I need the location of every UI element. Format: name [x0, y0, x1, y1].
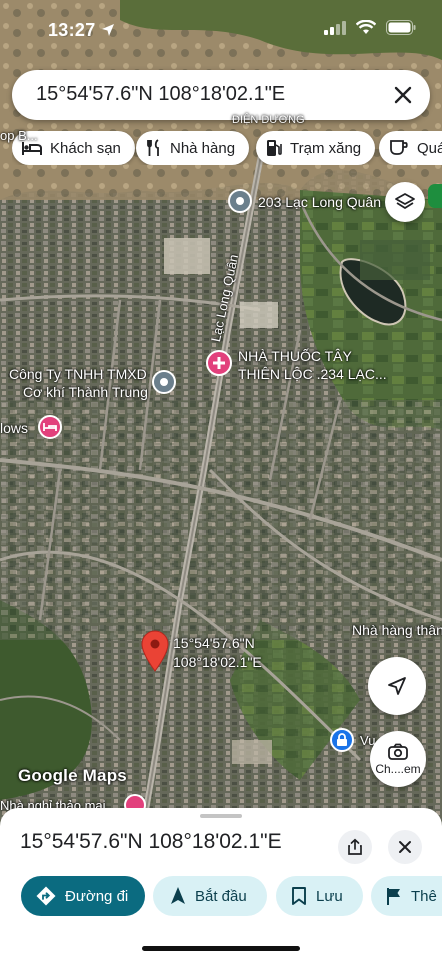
- map-label-place[interactable]: 203 Lạc Long Quân: [258, 194, 381, 210]
- status-time: 13:27: [48, 20, 96, 40]
- hotel-marker[interactable]: [38, 415, 62, 439]
- start-button[interactable]: Bắt đầu: [153, 876, 267, 916]
- close-sheet-button[interactable]: [388, 830, 422, 864]
- home-indicator[interactable]: [142, 946, 300, 951]
- chip-label: Nhà hàng: [170, 139, 236, 157]
- bookmark-icon: [292, 887, 306, 905]
- directions-icon: [36, 886, 56, 906]
- close-icon: [399, 841, 411, 853]
- share-icon: [348, 838, 362, 855]
- restaurant-icon: [147, 139, 159, 156]
- company-marker[interactable]: [152, 370, 176, 394]
- location-services-icon: [102, 24, 114, 36]
- chip-label: Trạm xăng: [290, 139, 362, 157]
- google-maps-logo: Google Maps: [18, 766, 127, 785]
- cellular-signal-icon: [324, 20, 346, 35]
- poi-marker-gray[interactable]: [228, 189, 252, 213]
- cafe-icon: [390, 140, 408, 155]
- lens-camera-button[interactable]: Ch....em: [370, 731, 426, 787]
- pin-coord-lng: 108°18'02.1"E: [173, 654, 262, 670]
- chip-label: Quán: [417, 139, 442, 157]
- poi-marker-green-partial[interactable]: [428, 184, 442, 208]
- action-label: Đường đi: [65, 887, 129, 905]
- pin-coord-lat: 15°54'57.6"N: [173, 635, 255, 651]
- map-label-company-1[interactable]: Công Ty TNHH TMXD: [9, 366, 147, 382]
- map-label-partial: op B...: [0, 128, 38, 143]
- map-label-restaurant[interactable]: Nhà hàng thân: [352, 622, 442, 638]
- battery-icon: [386, 20, 416, 35]
- clear-search-icon[interactable]: [390, 82, 416, 108]
- status-bar: 13:27: [0, 0, 442, 58]
- my-location-button[interactable]: [368, 657, 426, 715]
- share-button[interactable]: [338, 830, 372, 864]
- layers-icon: [395, 193, 415, 209]
- poi-marker-blue[interactable]: [330, 728, 354, 752]
- lock-icon: [337, 733, 347, 746]
- action-label: Lưu: [316, 887, 343, 905]
- map-label-pharmacy-1[interactable]: NHÀ THUỐC TÂY: [238, 348, 352, 364]
- action-label: Bắt đầu: [195, 887, 247, 905]
- pharmacy-marker[interactable]: [206, 350, 232, 376]
- chip-restaurants[interactable]: Nhà hàng: [136, 131, 250, 165]
- chip-gas-stations[interactable]: Trạm xăng: [256, 131, 376, 165]
- save-button[interactable]: Lưu: [276, 876, 363, 916]
- camera-button-label: Ch....em: [375, 761, 421, 776]
- category-chips: Khách sạn Nhà hàng Trạm xăng Quán: [12, 131, 442, 165]
- map-label-area: ĐIỆN DƯƠNG: [232, 114, 305, 126]
- wifi-icon: [356, 20, 376, 34]
- navigation-arrow-outline-icon: [388, 677, 406, 695]
- pharmacy-icon: [213, 357, 225, 369]
- place-bottom-sheet[interactable]: 15°54'57.6"N 108°18'02.1"E Đường đi Bắt …: [0, 808, 442, 960]
- map-label-pharmacy-2[interactable]: THIÊN LỘC .234 LẠC...: [238, 366, 387, 382]
- flag-icon: [387, 888, 400, 905]
- drag-handle[interactable]: [200, 814, 242, 818]
- chip-label: Khách sạn: [50, 139, 121, 157]
- camera-icon: [388, 743, 408, 760]
- label-button[interactable]: Thê: [371, 876, 442, 916]
- action-label: Thê: [411, 887, 437, 905]
- search-bar[interactable]: 15°54'57.6"N 108°18'02.1"E: [12, 70, 430, 120]
- navigation-arrow-icon: [171, 887, 185, 904]
- place-title: 15°54'57.6"N 108°18'02.1"E: [20, 830, 282, 853]
- search-query[interactable]: 15°54'57.6"N 108°18'02.1"E: [36, 83, 285, 106]
- dropped-pin-icon[interactable]: [140, 630, 170, 672]
- map-label-bungalows[interactable]: lows: [0, 420, 28, 436]
- bed-icon: [43, 423, 57, 431]
- chip-cafes[interactable]: Quán: [379, 131, 442, 165]
- gas-station-icon: [267, 140, 282, 156]
- layers-button[interactable]: [385, 182, 425, 222]
- map-label-company-2[interactable]: Cơ khí Thành Trung: [23, 384, 148, 400]
- directions-button[interactable]: Đường đi: [21, 876, 145, 916]
